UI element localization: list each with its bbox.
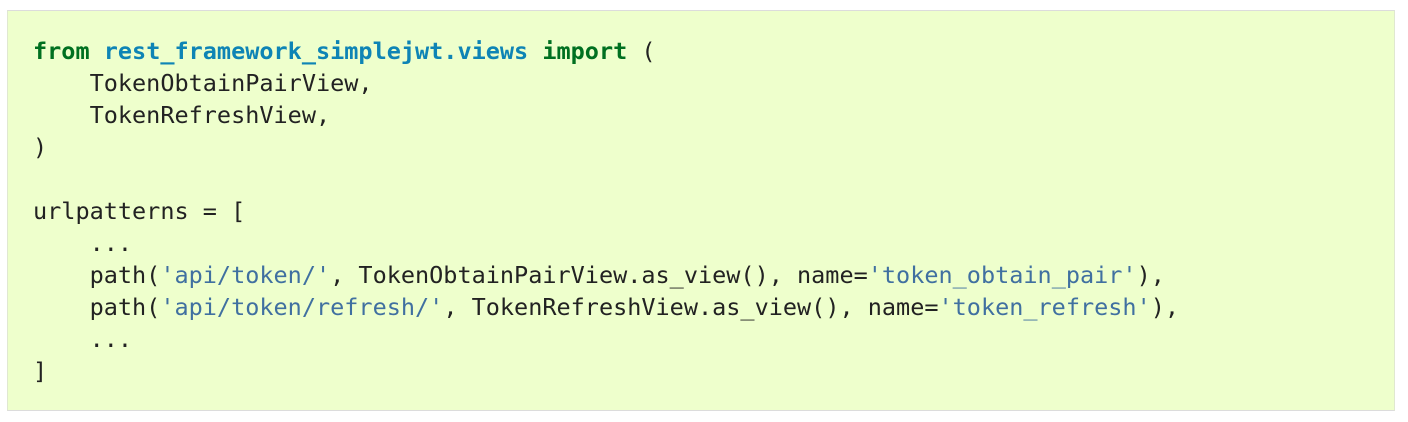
code-line: path('api/token/refresh/', TokenRefreshV…	[33, 291, 1179, 323]
code-text: ...	[33, 229, 133, 257]
code-string: 'token_refresh'	[938, 293, 1151, 321]
code-text: , TokenObtainPairView.as_view(), name=	[330, 261, 868, 289]
code-string: 'api/token/'	[160, 261, 331, 289]
code-line: TokenObtainPairView,	[33, 67, 1179, 99]
code-keyword: import	[542, 37, 628, 65]
code-text: ),	[1136, 261, 1165, 289]
code-line: urlpatterns = [	[33, 195, 1179, 227]
code-line: ...	[33, 227, 1179, 259]
code-listing[interactable]: from rest_framework_simplejwt.views impo…	[33, 35, 1179, 387]
code-text: (	[627, 37, 656, 65]
code-line: )	[33, 131, 1179, 163]
code-line: from rest_framework_simplejwt.views impo…	[33, 35, 1179, 67]
code-text: )	[33, 133, 48, 161]
code-text: , TokenRefreshView.as_view(), name=	[443, 293, 939, 321]
code-module-name: rest_framework_simplejwt.views	[103, 37, 529, 65]
code-line: path('api/token/', TokenObtainPairView.a…	[33, 259, 1179, 291]
code-line: TokenRefreshView,	[33, 99, 1179, 131]
code-text: path(	[33, 293, 161, 321]
code-text: ]	[33, 357, 48, 385]
code-text: ...	[33, 325, 133, 353]
code-text: urlpatterns = [	[33, 197, 246, 225]
code-string: 'api/token/refresh/'	[160, 293, 444, 321]
code-text: ),	[1150, 293, 1180, 321]
code-line: ...	[33, 323, 1179, 355]
code-string: 'token_obtain_pair'	[867, 261, 1137, 289]
code-text: TokenRefreshView,	[33, 101, 331, 129]
code-block: from rest_framework_simplejwt.views impo…	[7, 10, 1395, 411]
code-text: path(	[33, 261, 161, 289]
code-keyword: from	[33, 37, 90, 65]
code-text: TokenObtainPairView,	[33, 69, 373, 97]
code-line: ]	[33, 355, 1179, 387]
